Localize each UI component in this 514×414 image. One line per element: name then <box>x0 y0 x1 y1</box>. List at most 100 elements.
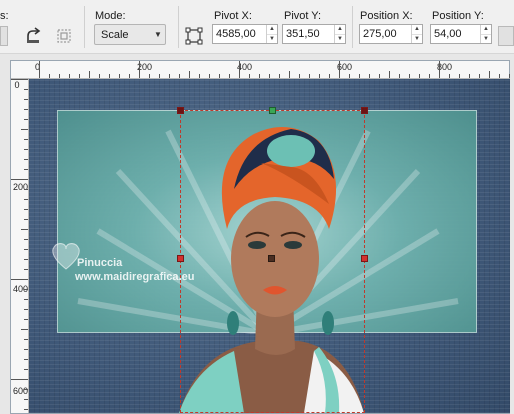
ruler-tick <box>429 74 430 78</box>
ruler-tick <box>299 74 300 78</box>
ruler-tick <box>269 74 270 78</box>
ruler-tick <box>349 74 350 78</box>
ruler-tick <box>24 309 28 310</box>
ruler-tick <box>24 109 28 110</box>
ruler-tick <box>24 349 28 350</box>
position-y-label: Position Y: <box>432 10 484 22</box>
ruler-tick <box>24 119 28 120</box>
ruler-tick <box>24 299 28 300</box>
ruler-tick <box>359 74 360 78</box>
transform-box-icon[interactable] <box>184 26 204 46</box>
ruler-tick <box>24 139 28 140</box>
ruler-tick <box>24 409 28 410</box>
ruler-tick <box>469 74 470 78</box>
toolbar-separator <box>352 6 353 48</box>
horizontal-ruler: 0 200 400 600 800 <box>35 61 510 79</box>
ruler-tick <box>24 259 28 260</box>
pivot-y-value: 351,50 <box>286 28 320 40</box>
ruler-label: 200 <box>13 182 29 192</box>
ruler-tick <box>49 74 50 78</box>
ruler-tick <box>24 159 28 160</box>
ruler-tick <box>169 74 170 78</box>
ruler-tick <box>129 74 130 78</box>
handle-middle-right[interactable] <box>361 255 368 262</box>
ruler-tick <box>399 74 400 78</box>
ruler-label: 600 <box>13 386 29 396</box>
pivot-y-label: Pivot Y: <box>284 10 322 22</box>
ruler-tick <box>99 74 100 78</box>
ruler-tick <box>139 61 140 78</box>
ruler-tick <box>389 71 390 78</box>
position-y-value: 54,00 <box>434 28 462 40</box>
ruler-tick <box>159 74 160 78</box>
ruler-tick <box>21 329 28 330</box>
position-x-input[interactable]: 275,00 ▲ ▼ <box>359 24 423 44</box>
ruler-tick <box>24 289 28 290</box>
ruler-tick <box>189 71 190 78</box>
mode-select[interactable]: Scale ▼ <box>94 24 166 45</box>
document-frame: 0 200 400 600 800 0 200 400 600 Pinuccia… <box>10 60 510 414</box>
ruler-tick <box>89 71 90 78</box>
pivot-x-label: Pivot X: <box>214 10 252 22</box>
aspect-lock-icon[interactable] <box>54 26 74 46</box>
ruler-tick <box>459 74 460 78</box>
ruler-tick <box>21 129 28 130</box>
left-edge-label: s: <box>0 10 9 22</box>
document-window: 0 200 400 600 800 0 200 400 600 Pinuccia… <box>0 54 514 414</box>
position-y-input[interactable]: 54,00 ▲ ▼ <box>430 24 492 44</box>
handle-top-left[interactable] <box>177 107 184 114</box>
ruler-tick <box>24 189 28 190</box>
tool-options-bar: s: Mode: Scale ▼ Pivot X: 4585,00 ▲ ▼ Piv… <box>0 0 514 54</box>
ruler-tick <box>119 74 120 78</box>
reset-pick-icon[interactable] <box>24 26 44 46</box>
mode-label: Mode: <box>95 10 126 22</box>
handle-top-center[interactable] <box>269 107 276 114</box>
ruler-tick <box>379 74 380 78</box>
ruler-tick <box>24 319 28 320</box>
ruler-tick <box>419 74 420 78</box>
ruler-tick <box>439 61 440 78</box>
overflow-button[interactable] <box>498 26 514 46</box>
ruler-tick <box>409 74 410 78</box>
ruler-tick <box>489 71 490 78</box>
position-x-spinner[interactable]: ▲ ▼ <box>411 25 422 43</box>
ruler-tick <box>279 74 280 78</box>
ruler-tick <box>219 74 220 78</box>
pivot-y-spinner[interactable]: ▲ ▼ <box>334 25 345 43</box>
ruler-tick <box>239 61 240 78</box>
ruler-tick <box>149 74 150 78</box>
watermark-name: Pinuccia <box>77 257 123 269</box>
ruler-tick <box>24 399 28 400</box>
pivot-y-input[interactable]: 351,50 ▲ ▼ <box>282 24 346 44</box>
ruler-tick <box>329 74 330 78</box>
ruler-tick <box>24 269 28 270</box>
ruler-label: 0 <box>14 80 20 90</box>
ruler-tick <box>229 74 230 78</box>
ruler-tick <box>24 359 28 360</box>
ruler-tick <box>249 74 250 78</box>
ruler-tick <box>369 74 370 78</box>
image-canvas[interactable]: Pinuccia www.maidiregrafica.eu <box>29 79 510 413</box>
left-edge-button[interactable] <box>0 26 8 46</box>
ruler-tick <box>24 89 28 90</box>
ruler-tick <box>24 239 28 240</box>
position-x-value: 275,00 <box>363 28 397 40</box>
toolbar-separator <box>178 6 179 48</box>
ruler-tick <box>449 74 450 78</box>
ruler-tick <box>39 61 40 78</box>
pivot-x-input[interactable]: 4585,00 ▲ ▼ <box>212 24 278 44</box>
pivot-x-spinner[interactable]: ▲ ▼ <box>266 25 277 43</box>
handle-top-right[interactable] <box>361 107 368 114</box>
ruler-tick <box>11 179 28 180</box>
ruler-tick <box>24 219 28 220</box>
ruler-tick <box>319 74 320 78</box>
ruler-tick <box>24 199 28 200</box>
handle-middle-left[interactable] <box>177 255 184 262</box>
ruler-tick <box>109 74 110 78</box>
ruler-tick <box>24 339 28 340</box>
pivot-point[interactable] <box>268 255 275 262</box>
position-y-spinner[interactable]: ▲ ▼ <box>480 25 491 43</box>
chevron-down-icon: ▼ <box>154 30 162 39</box>
ruler-tick <box>24 169 28 170</box>
toolbar-separator <box>84 6 85 48</box>
